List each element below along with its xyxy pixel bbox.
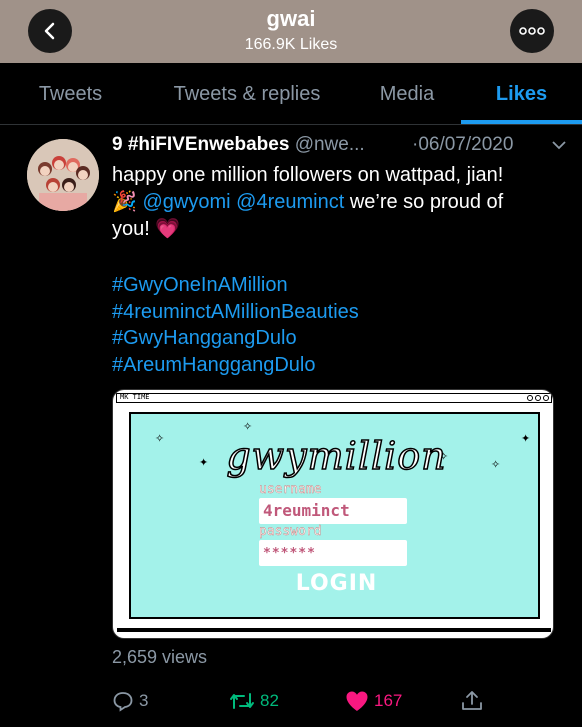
window-dot-icon (527, 395, 533, 401)
reply-icon (113, 692, 133, 712)
heart-filled-icon (346, 691, 368, 711)
tab-tweets-and-replies[interactable]: Tweets & replies (141, 63, 353, 125)
more-icon (519, 27, 545, 35)
share-button[interactable] (460, 688, 484, 714)
tweet-line-3: you! 💗 (112, 216, 572, 243)
profile-name: gwai (266, 6, 316, 31)
share-icon (462, 691, 482, 710)
view-count[interactable]: 2,659 views (112, 647, 207, 668)
window-dot-icon (535, 395, 541, 401)
password-field: ****** (259, 540, 407, 566)
mention-link[interactable]: @4reuminct (236, 191, 344, 213)
tweet-line-2: 🎉 @gwyomi @4reuminct we’re so proud of (112, 189, 572, 216)
password-label: password (259, 524, 322, 539)
like-count: 167 (374, 691, 403, 710)
tweet-line-2-text: we’re so proud of (344, 191, 504, 213)
hashtag-list: #GwyOneInAMillion #4reuminctAMillionBeau… (112, 272, 572, 378)
tweet-text: happy one million followers on wattpad, … (112, 162, 572, 243)
author-name[interactable]: 9 #hiFIVEnwebabes (112, 134, 289, 155)
login-label: LOGIN (295, 571, 378, 596)
party-emoji: 🎉 (112, 191, 137, 213)
sparkle-icon: ✧ (243, 421, 253, 433)
tab-likes[interactable]: Likes (461, 63, 582, 125)
tweet-date[interactable]: ·06/07/2020 (412, 134, 513, 156)
author-handle[interactable]: @nwe... (295, 134, 365, 155)
login-panel: ✧ ✧ ✦ ✧ ✦ ✧ gwymillion username 4reuminc… (129, 412, 540, 619)
likes-count: 166.9K Likes (244, 36, 338, 53)
tweet-header: 9 #hiFIVEnwebabes @nwe... ·06/07/2020 (112, 134, 572, 162)
retweet-icon (230, 693, 254, 709)
reply-button[interactable]: 3 (112, 688, 148, 714)
tweet-media-image[interactable]: MK TIME ✧ ✧ ✦ ✧ ✦ ✧ gwymillion username … (112, 389, 554, 639)
avatar[interactable] (27, 139, 99, 211)
media-logo-text: gwymillion (226, 433, 447, 479)
window-title: MK TIME (120, 393, 150, 401)
chevron-down-icon[interactable] (550, 136, 568, 154)
tab-tweets[interactable]: Tweets (0, 63, 141, 125)
avatar-illustration (27, 139, 99, 211)
profile-header: gwai 166.9K Likes (0, 0, 582, 63)
active-tab-indicator (461, 120, 582, 124)
reply-count: 3 (139, 691, 149, 710)
tweet-line-3-text: you! (112, 218, 156, 240)
retweet-count: 82 (260, 691, 279, 710)
like-button[interactable]: 167 (345, 688, 402, 714)
window-dot-icon (543, 395, 549, 401)
tweet-line-1: happy one million followers on wattpad, … (112, 164, 504, 186)
window-shadow (117, 628, 551, 632)
username-field: 4reuminct (259, 498, 407, 524)
hashtag-link[interactable]: #AreumHanggangDulo (112, 352, 572, 379)
more-options-button[interactable] (510, 9, 554, 53)
hashtag-link[interactable]: #4reuminctAMillionBeauties (112, 299, 572, 326)
mention-link[interactable]: @gwyomi (142, 191, 230, 213)
username-label: username (259, 482, 322, 497)
hashtag-link[interactable]: #GwyOneInAMillion (112, 272, 572, 299)
heart-emoji: 💗 (155, 218, 181, 240)
retweet-button[interactable]: 82 (229, 688, 279, 714)
hashtag-link[interactable]: #GwyHanggangDulo (112, 325, 572, 352)
window-titlebar: MK TIME (116, 393, 552, 403)
profile-tabs: Tweets Tweets & replies Media Likes (0, 63, 582, 125)
tab-media[interactable]: Media (353, 63, 461, 125)
